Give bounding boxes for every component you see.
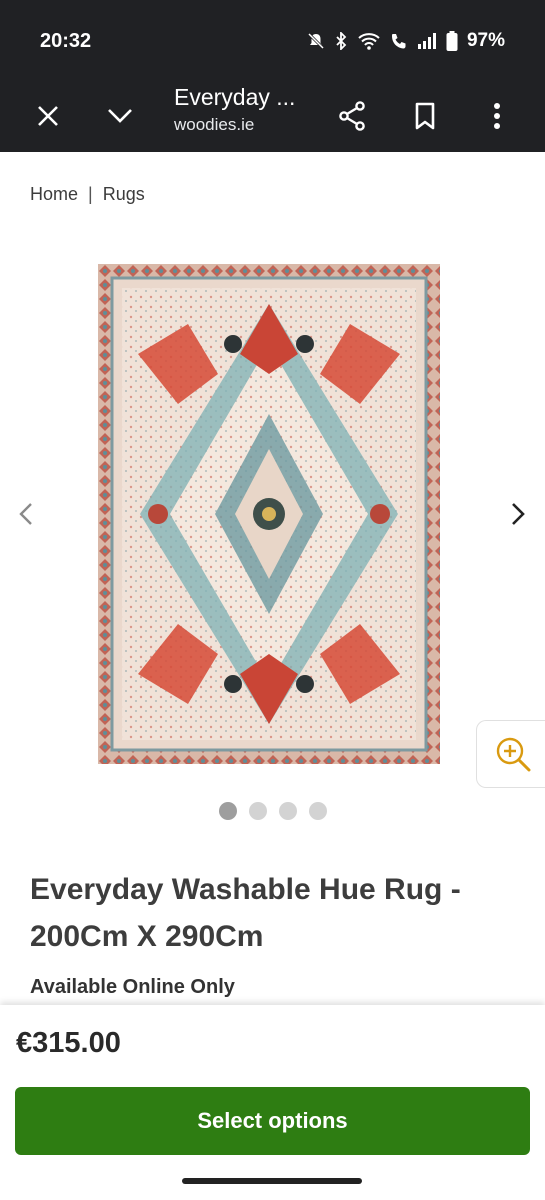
- close-icon: [38, 106, 58, 126]
- product-gallery: [0, 240, 545, 800]
- more-vertical-icon: [494, 103, 500, 129]
- wifi-calling-icon: [391, 34, 406, 49]
- bluetooth-icon: [336, 32, 347, 50]
- bookmark-button[interactable]: [403, 94, 447, 138]
- availability-label: Available Online Only: [30, 976, 235, 998]
- battery-icon: [446, 31, 458, 51]
- product-image-rug[interactable]: [98, 264, 440, 764]
- share-button[interactable]: [330, 94, 374, 138]
- product-price: €315.00: [16, 1027, 121, 1059]
- status-bar: 20:32 97%: [0, 0, 545, 80]
- more-options-button[interactable]: [475, 94, 519, 138]
- wifi-icon: [358, 33, 380, 50]
- breadcrumb-home-link[interactable]: Home: [30, 184, 78, 204]
- purchase-bar: €315.00 Select options: [0, 1005, 545, 1200]
- page-title: Everyday ...: [174, 84, 296, 110]
- zoom-button[interactable]: [476, 720, 545, 788]
- gallery-prev-button[interactable]: [8, 492, 44, 536]
- gesture-nav-bar[interactable]: [182, 1178, 362, 1184]
- product-title: Everyday Washable Hue Rug - 200Cm X 290C…: [30, 873, 461, 953]
- pagination-dot-3[interactable]: [278, 802, 297, 820]
- bookmark-icon: [415, 102, 435, 130]
- pagination-dot-2[interactable]: [248, 802, 267, 820]
- pagination-dot-1[interactable]: [218, 802, 237, 820]
- chevron-right-icon: [512, 503, 525, 525]
- chevron-down-icon: [108, 109, 132, 123]
- gallery-next-button[interactable]: [500, 492, 536, 536]
- select-options-button[interactable]: Select options: [15, 1087, 530, 1155]
- breadcrumb: Home | Rugs: [30, 184, 145, 205]
- gallery-pagination: [0, 802, 545, 820]
- breadcrumb-separator: |: [88, 184, 93, 204]
- page-domain: woodies.ie: [174, 115, 255, 134]
- page-title-area[interactable]: Everyday ... woodies.ie: [174, 84, 295, 135]
- zoom-in-icon: [496, 737, 531, 772]
- pagination-dot-4[interactable]: [308, 802, 327, 820]
- status-time: 20:32: [40, 30, 92, 52]
- muted-bell-icon: [307, 32, 325, 50]
- status-icons: 97%: [307, 30, 505, 52]
- battery-percent: 97%: [466, 30, 505, 51]
- share-icon: [339, 101, 365, 131]
- chevron-left-icon: [19, 503, 32, 525]
- close-tab-button[interactable]: [26, 94, 70, 138]
- breadcrumb-rugs-link[interactable]: Rugs: [103, 184, 145, 204]
- minimize-button[interactable]: [98, 94, 142, 138]
- signal-icon: [417, 33, 436, 49]
